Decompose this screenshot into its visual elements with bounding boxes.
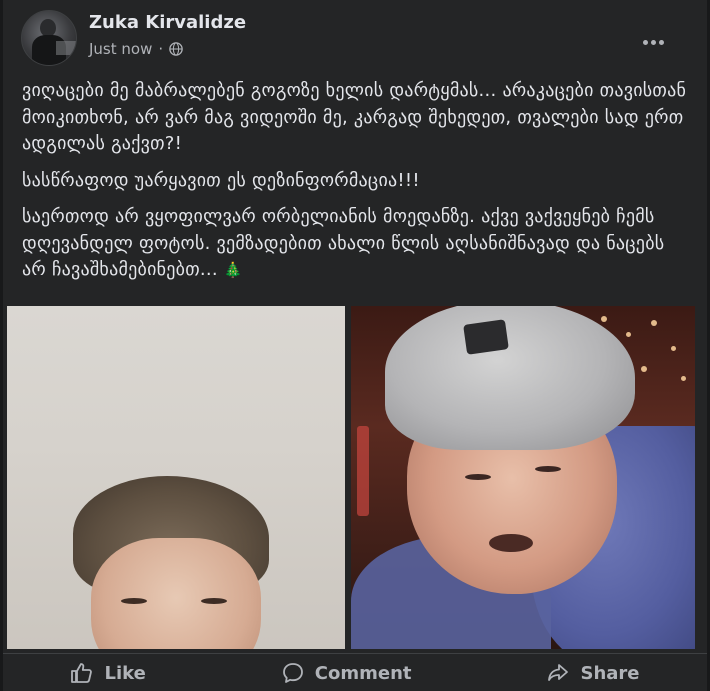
comment-label: Comment bbox=[314, 662, 412, 684]
photo-grid bbox=[7, 306, 695, 649]
post-actions: Like Comment Share bbox=[3, 653, 707, 691]
like-label: Like bbox=[104, 662, 146, 684]
globe-icon[interactable] bbox=[169, 42, 183, 56]
comment-bubble-icon bbox=[282, 663, 303, 683]
christmas-tree-icon: 🎄 bbox=[223, 261, 243, 279]
post-paragraph: ვიღაცები მე მაბრალებენ გოგოზე ხელის დარტ… bbox=[22, 80, 687, 154]
post-photo-left[interactable] bbox=[7, 306, 345, 649]
share-button[interactable]: Share bbox=[526, 655, 659, 691]
more-horizontal-icon bbox=[642, 39, 648, 45]
comment-button[interactable]: Comment bbox=[261, 655, 432, 691]
more-options-button[interactable] bbox=[639, 28, 667, 56]
avatar[interactable] bbox=[21, 10, 77, 66]
post-card: Zuka Kirvalidze Just now · ვიღაცები მე მ… bbox=[3, 0, 707, 691]
share-arrow-icon bbox=[548, 664, 569, 681]
post-meta: Just now · bbox=[89, 40, 183, 58]
post-photo-right[interactable] bbox=[351, 306, 695, 649]
post-paragraph: სასწრაფოდ უარყავით ეს დეზინფორმაცია!!! bbox=[22, 169, 420, 191]
share-label: Share bbox=[580, 662, 640, 684]
post-header: Zuka Kirvalidze Just now · bbox=[21, 10, 697, 66]
author-name[interactable]: Zuka Kirvalidze bbox=[89, 12, 246, 33]
post-body: ვიღაცები მე მაბრალებენ გოგოზე ხელის დარტ… bbox=[22, 78, 692, 294]
post-paragraph: საერთოდ არ ვყოფილვარ ორბელიანის მოედანზე… bbox=[22, 204, 692, 284]
post-paragraph-text: საერთოდ არ ვყოფილვარ ორბელიანის მოედანზე… bbox=[22, 206, 665, 280]
like-button[interactable]: Like bbox=[50, 655, 165, 691]
timestamp[interactable]: Just now bbox=[89, 40, 152, 58]
thumbs-up-icon bbox=[71, 663, 93, 683]
bullet-separator: · bbox=[158, 40, 164, 58]
